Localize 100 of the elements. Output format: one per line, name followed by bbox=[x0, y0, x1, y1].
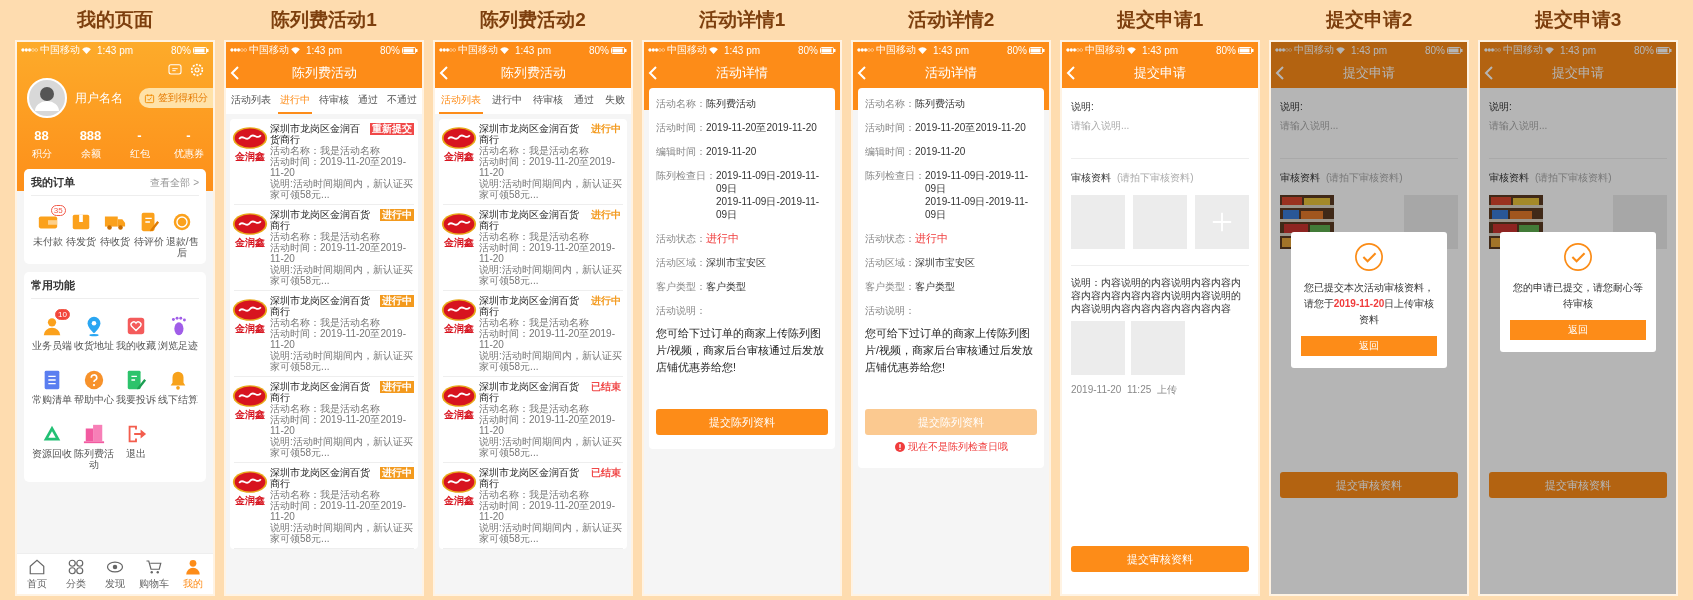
tab-bar-item[interactable]: 购物车 bbox=[134, 558, 174, 591]
page-title: 陈列费活动 bbox=[500, 64, 566, 82]
field-label: 编辑时间： bbox=[656, 145, 706, 158]
tab[interactable]: 待审核 bbox=[316, 88, 351, 114]
shop-name: 深圳市龙岗区金润百货商行 bbox=[479, 467, 580, 489]
function-item[interactable]: 收货地址 bbox=[73, 309, 115, 351]
tab[interactable]: 通过 bbox=[572, 88, 597, 114]
function-item[interactable]: 资源回收 bbox=[31, 417, 73, 470]
check-circle-icon bbox=[1354, 242, 1384, 272]
carrier-name: 中国移动 bbox=[40, 43, 80, 57]
activity-description: 说明:活动时间期间内，新认证买家可领58元... bbox=[479, 264, 623, 286]
order-status-item[interactable]: 退款/售后 bbox=[165, 205, 199, 258]
function-item[interactable]: 常购清单 bbox=[31, 363, 73, 405]
battery-icon bbox=[193, 46, 209, 54]
description-text: 您可给下过订单的商家上传陈列图片/视频，商家后台审核通过后发放店铺优惠券给您! bbox=[656, 326, 825, 375]
error-message: 现在不是陈列检查日哦 bbox=[907, 440, 1008, 454]
order-status-item[interactable]: 待评价 bbox=[131, 205, 166, 258]
section-title: 常用功能 bbox=[31, 278, 75, 293]
carrier-name: 中国移动 bbox=[876, 43, 916, 57]
tab-bar-item[interactable]: 发现 bbox=[95, 558, 135, 591]
tab-bar-item[interactable]: 首页 bbox=[17, 558, 57, 591]
back-icon[interactable] bbox=[1066, 66, 1076, 80]
clock-time: 1:43 pm bbox=[1350, 44, 1388, 56]
tab[interactable]: 通过 bbox=[356, 88, 381, 114]
clock-time: 1:43 pm bbox=[723, 44, 761, 56]
order-status-item[interactable]: 35 未付款 bbox=[31, 205, 65, 258]
field-label: 客户类型： bbox=[865, 280, 915, 293]
screen-title: 提交申请3 bbox=[1534, 8, 1622, 32]
chat-icon[interactable] bbox=[167, 62, 183, 78]
function-item[interactable]: 线下结算 bbox=[157, 363, 199, 405]
field-value: 2019-11-09日-2019-11-09日 2019-11-09日-2019-11-09日 bbox=[925, 169, 1030, 221]
tab[interactable]: 不通过 bbox=[385, 88, 420, 114]
page-title: 提交申请 bbox=[1343, 64, 1395, 82]
stat-label: 优惠券 bbox=[173, 147, 204, 161]
function-item[interactable]: 我要投诉 bbox=[115, 363, 157, 405]
tab[interactable]: 活动列表 bbox=[228, 88, 273, 114]
activity-time: 活动时间：2019-11-20至2019-11-20 bbox=[479, 156, 616, 178]
function-item[interactable]: 帮助中心 bbox=[73, 363, 115, 405]
screen-title: 提交申请1 bbox=[1116, 8, 1204, 32]
page-title: 提交申请 bbox=[1552, 64, 1604, 82]
battery-percent: 80% bbox=[589, 44, 609, 56]
back-icon[interactable] bbox=[857, 66, 867, 80]
activity-description: 说明:活动时间期间内，新认证买家可领58元... bbox=[270, 436, 414, 458]
building-icon bbox=[83, 423, 105, 445]
signal-icon bbox=[1066, 48, 1083, 52]
field-value: 2019-11-20 bbox=[915, 145, 966, 158]
tab-bar-item[interactable]: 分类 bbox=[56, 558, 96, 591]
tab[interactable]: 进行中 bbox=[489, 88, 524, 114]
field-value: 进行中 bbox=[915, 232, 948, 245]
activity-description: 说明:活动时间期间内，新认证买家可领58元... bbox=[479, 350, 623, 372]
function-item[interactable]: 退出 bbox=[115, 417, 157, 470]
shop-name: 深圳市龙岗区金润百货商行 bbox=[479, 295, 580, 317]
status-badge: 进行中 bbox=[380, 209, 414, 221]
shop-name: 深圳市龙岗区金润百货商行 bbox=[270, 209, 371, 231]
shop-name: 深圳市龙岗区金润百货商行 bbox=[270, 381, 371, 403]
back-icon[interactable] bbox=[439, 66, 449, 80]
field-value: 进行中 bbox=[706, 232, 739, 245]
order-status-item[interactable]: 待发货 bbox=[64, 205, 99, 258]
status-badge: 进行中 bbox=[380, 381, 414, 393]
tab[interactable]: 待审核 bbox=[530, 88, 565, 114]
stat-label: 积分 bbox=[31, 147, 52, 161]
field-label: 活动状态： bbox=[865, 232, 915, 245]
signal-icon bbox=[857, 48, 874, 52]
carrier-name: 中国移动 bbox=[1503, 43, 1543, 57]
activity-name: 活动名称：我是活动名称 bbox=[270, 145, 381, 156]
section-title: 审核资料 bbox=[1489, 171, 1529, 185]
back-icon[interactable] bbox=[230, 66, 240, 80]
tab[interactable]: 失败 bbox=[603, 88, 628, 114]
input-field[interactable]: 请输入说明... bbox=[1071, 118, 1249, 132]
activity-time: 活动时间：2019-11-20至2019-11-20 bbox=[270, 242, 407, 264]
person-icon bbox=[184, 558, 203, 576]
field-label: 活动区域： bbox=[865, 256, 915, 269]
stat-label: 红包 bbox=[129, 147, 150, 161]
order-status-item[interactable]: 待收货 bbox=[98, 205, 132, 258]
activity-name: 活动名称：我是活动名称 bbox=[270, 231, 381, 242]
shop-name: 深圳市龙岗区金润百货商行 bbox=[479, 123, 580, 145]
signal-icon bbox=[648, 48, 665, 52]
field-label: 编辑时间： bbox=[865, 145, 915, 158]
activity-name: 活动名称：我是活动名称 bbox=[479, 489, 590, 500]
function-item[interactable]: 陈列费活动 bbox=[73, 417, 115, 470]
function-item[interactable]: 10 业务员端 bbox=[31, 309, 73, 351]
activity-name: 活动名称：我是活动名称 bbox=[270, 403, 381, 414]
back-icon[interactable] bbox=[1484, 66, 1494, 80]
activity-time: 活动时间：2019-11-20至2019-11-20 bbox=[479, 242, 616, 264]
page-title: 活动详情 bbox=[925, 64, 977, 82]
shop-name: 深圳市龙岗区金润百货商行 bbox=[270, 123, 361, 145]
back-icon[interactable] bbox=[648, 66, 658, 80]
back-icon[interactable] bbox=[1275, 66, 1285, 80]
function-item[interactable]: 浏览足迹 bbox=[157, 309, 199, 351]
avatar-icon bbox=[27, 78, 67, 118]
status-label: 进行中 bbox=[590, 295, 622, 307]
function-item[interactable]: 我的收藏 bbox=[115, 309, 157, 351]
screen-title: 我的页面 bbox=[77, 8, 153, 32]
page-title: 提交申请 bbox=[1134, 64, 1186, 82]
status-label: 已结束 bbox=[590, 381, 622, 393]
status-label: 已结束 bbox=[590, 467, 622, 479]
wifi-icon bbox=[500, 46, 509, 54]
settings-icon[interactable] bbox=[189, 62, 205, 78]
user-name: 用户名名 bbox=[75, 89, 123, 107]
dialog-message: 您的申请已提交，请您耐心等待审核 bbox=[1512, 281, 1644, 311]
